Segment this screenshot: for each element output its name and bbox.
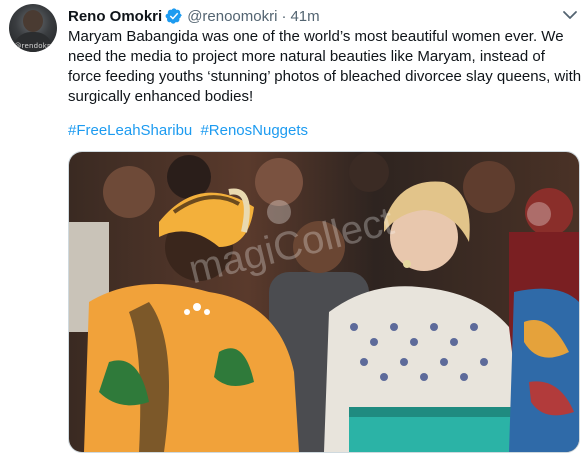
chevron-down-icon[interactable] (560, 6, 580, 24)
tweet-body: Maryam Babangida was one of the world’s … (68, 28, 582, 105)
author-handle[interactable]: @renoomokri (187, 8, 277, 25)
tweet-timestamp[interactable]: 41m (290, 8, 319, 25)
tweet-photo[interactable]: magiCollect (68, 151, 580, 453)
hashtag-link[interactable]: #FreeLeahSharibu (68, 122, 192, 139)
hashtag-list: #FreeLeahSharibu #RenosNuggets (68, 121, 312, 141)
separator-dot: · (281, 7, 287, 25)
hashtag-link[interactable]: #RenosNuggets (200, 122, 308, 139)
photo-illustration: magiCollect (69, 152, 579, 452)
author-name[interactable]: Reno Omokri (68, 8, 162, 25)
verified-badge-icon (165, 8, 182, 24)
tweet-text: Maryam Babangida was one of the world’s … (68, 27, 582, 107)
avatar-face (23, 10, 43, 32)
avatar-tag: @rendokn (14, 42, 52, 50)
tweet-header: Reno Omokri @renoomokri · 41m (68, 6, 320, 26)
avatar[interactable]: @rendokn (9, 4, 57, 52)
